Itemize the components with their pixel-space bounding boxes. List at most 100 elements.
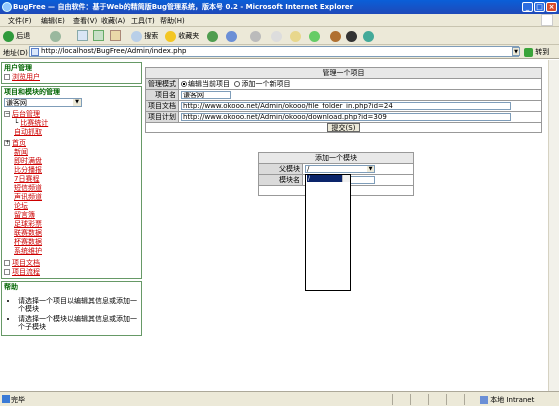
tree-label-score[interactable]: 比分播报 — [14, 166, 42, 174]
ie-icon — [2, 2, 12, 12]
tree-node-stats[interactable]: └ 比赛统计 — [4, 119, 139, 128]
edit-button[interactable] — [271, 30, 282, 42]
tree-node-schedule[interactable]: 7日赛程 — [4, 175, 139, 184]
tree-label-sms[interactable]: 短信频道 — [14, 184, 42, 192]
project-flow-item[interactable]: 项目流程 — [4, 268, 139, 277]
menu-help[interactable]: 帮助(H) — [160, 16, 185, 26]
intranet-icon — [480, 396, 488, 404]
minimize-button[interactable]: _ — [522, 2, 533, 12]
tree-label-home[interactable]: 首页 — [12, 139, 26, 147]
project-panel: 管理一个项目 管理模式 编辑当前项目 添加一个新项目 项目名 谦客网 项目文档 … — [145, 67, 542, 133]
tree-label-league[interactable]: 联赛数据 — [14, 229, 42, 237]
qq-button[interactable] — [346, 30, 357, 42]
project-flow-link[interactable]: 项目流程 — [12, 268, 40, 276]
browse-users-item[interactable]: 浏览用户 — [4, 73, 139, 82]
discuss-button[interactable] — [290, 30, 301, 42]
tree-node-live[interactable]: 即时满盘 — [4, 157, 139, 166]
parent-module-cell: / ▼ — [302, 163, 414, 175]
tree-node-admin[interactable]: − 后台管理 — [4, 110, 139, 119]
window-title-bar: BugFree — 自由软件：基于Web的精简版Bug管理系统，版本号 0.2 … — [0, 0, 559, 14]
project-doc-cell: http://www.okooo.net/Admin/okooo/file_fo… — [178, 100, 542, 112]
project-plan-cell: http://www.okooo.net/Admin/okooo/downloa… — [178, 111, 542, 123]
tree-label-schedule[interactable]: 7日赛程 — [14, 175, 39, 183]
tree-node-forum[interactable]: 论坛 — [4, 202, 139, 211]
browse-users-link[interactable]: 浏览用户 — [12, 73, 40, 81]
search-button[interactable]: 搜索 — [131, 30, 158, 42]
collapse-icon[interactable]: − — [4, 111, 10, 117]
tree-label-cup[interactable]: 杯赛数据 — [14, 238, 42, 246]
mode-add-radio[interactable] — [234, 81, 241, 87]
menu-tools[interactable]: 工具(T) — [131, 16, 155, 26]
tree-node-score[interactable]: 比分播报 — [4, 166, 139, 175]
tree-node-maintenance[interactable]: 系统维护 — [4, 247, 139, 256]
messenger-button[interactable] — [309, 30, 320, 42]
tree-node-voice[interactable]: 声讯频道 — [4, 193, 139, 202]
menu-file[interactable]: 文件(F) — [8, 16, 32, 26]
tree-node-news[interactable]: 新闻 — [4, 148, 139, 157]
menu-favorites[interactable]: 收藏(A) — [101, 16, 125, 26]
project-select[interactable]: 谦客网 — [4, 98, 82, 107]
parent-module-dropdown[interactable]: //7日赛程/杯赛数据/比分播报/短信频道/后台管理/后台管理/比赛统计/即时满… — [305, 174, 351, 291]
project-doc-input[interactable]: http://www.okooo.net/Admin/okooo/file_fo… — [181, 102, 511, 110]
refresh-icon[interactable] — [93, 30, 104, 41]
history-button[interactable] — [207, 30, 218, 42]
security-zone: 本地 Intranet — [480, 395, 534, 405]
window-title: BugFree — 自由软件：基于Web的精简版Bug管理系统，版本号 0.2 … — [13, 3, 354, 11]
back-button[interactable]: 后退 — [3, 30, 30, 42]
tree-node-cup[interactable]: 杯赛数据 — [4, 238, 139, 247]
go-button[interactable]: 转到 — [524, 47, 549, 57]
project-docs-link[interactable]: 项目文档 — [12, 259, 40, 267]
qq-icon — [346, 30, 357, 42]
tree-node-home[interactable]: + 首页 — [4, 139, 139, 148]
page-scrollbar[interactable] — [548, 60, 559, 391]
menu-view[interactable]: 查看(V) — [73, 16, 97, 26]
project-plan-input[interactable]: http://www.okooo.net/Admin/okooo/downloa… — [181, 113, 511, 121]
tree-label-news[interactable]: 新闻 — [14, 148, 28, 156]
tree-label-voice[interactable]: 声讯频道 — [14, 193, 42, 201]
tree-node-guestbook[interactable]: 留言簿 — [4, 211, 139, 220]
help-title: 帮助 — [4, 283, 18, 291]
project-docs-item[interactable]: 项目文档 — [4, 259, 139, 268]
history-icon — [207, 30, 218, 42]
status-bar: 完毕 本地 Intranet — [0, 391, 559, 406]
favorites-button[interactable]: 收藏夹 — [165, 30, 199, 42]
page-icon — [31, 48, 39, 56]
maximize-button[interactable]: □ — [534, 2, 545, 12]
zone-label: 本地 Intranet — [490, 396, 535, 404]
address-dropdown-button[interactable]: ▼ — [512, 47, 520, 56]
dropdown-scrollbar[interactable] — [342, 175, 350, 183]
parent-module-select[interactable]: / ▼ — [305, 165, 375, 173]
extra-button[interactable] — [363, 30, 374, 42]
parent-module-value: / — [307, 165, 310, 173]
stop-icon[interactable] — [77, 30, 88, 41]
tree-node-autofetch[interactable]: 自动抓取 — [4, 128, 139, 137]
mail-button[interactable] — [226, 30, 237, 42]
chevron-down-icon[interactable]: ▼ — [367, 166, 374, 172]
tree-label-live[interactable]: 即时满盘 — [14, 157, 42, 165]
expand-icon[interactable]: + — [4, 140, 10, 146]
mode-edit-radio[interactable] — [181, 81, 187, 87]
tree-node-sms[interactable]: 短信频道 — [4, 184, 139, 193]
status-divider — [464, 394, 465, 405]
close-button[interactable]: × — [546, 2, 557, 12]
tree-label-admin[interactable]: 后台管理 — [12, 110, 40, 118]
address-input[interactable]: http://localhost/BugFree/Admin/index.php — [29, 46, 519, 57]
tree-label-lottery[interactable]: 足球彩票 — [14, 220, 42, 228]
research-button[interactable] — [330, 30, 341, 42]
tree-label-stats[interactable]: 比赛统计 — [20, 119, 48, 127]
print-button[interactable] — [250, 30, 261, 42]
tree-node-lottery[interactable]: 足球彩票 — [4, 220, 139, 229]
tree-label-maintenance[interactable]: 系统维护 — [14, 247, 42, 255]
menu-edit[interactable]: 编辑(E) — [41, 16, 65, 26]
submit-button[interactable]: 提交(S) — [326, 123, 361, 132]
forward-button[interactable] — [50, 30, 61, 42]
tree-label-forum[interactable]: 论坛 — [14, 202, 28, 210]
user-section: 用户管理 浏览用户 — [1, 62, 142, 84]
tree-label-autofetch[interactable]: 自动抓取 — [14, 128, 42, 136]
home-icon[interactable] — [110, 30, 121, 41]
mode-options: 编辑当前项目 添加一个新项目 — [178, 78, 542, 90]
tree-label-guestbook[interactable]: 留言簿 — [14, 211, 35, 219]
tree-node-league[interactable]: 联赛数据 — [4, 229, 139, 238]
address-label: 地址(D) — [3, 49, 28, 57]
project-name-input[interactable]: 谦客网 — [181, 91, 231, 99]
